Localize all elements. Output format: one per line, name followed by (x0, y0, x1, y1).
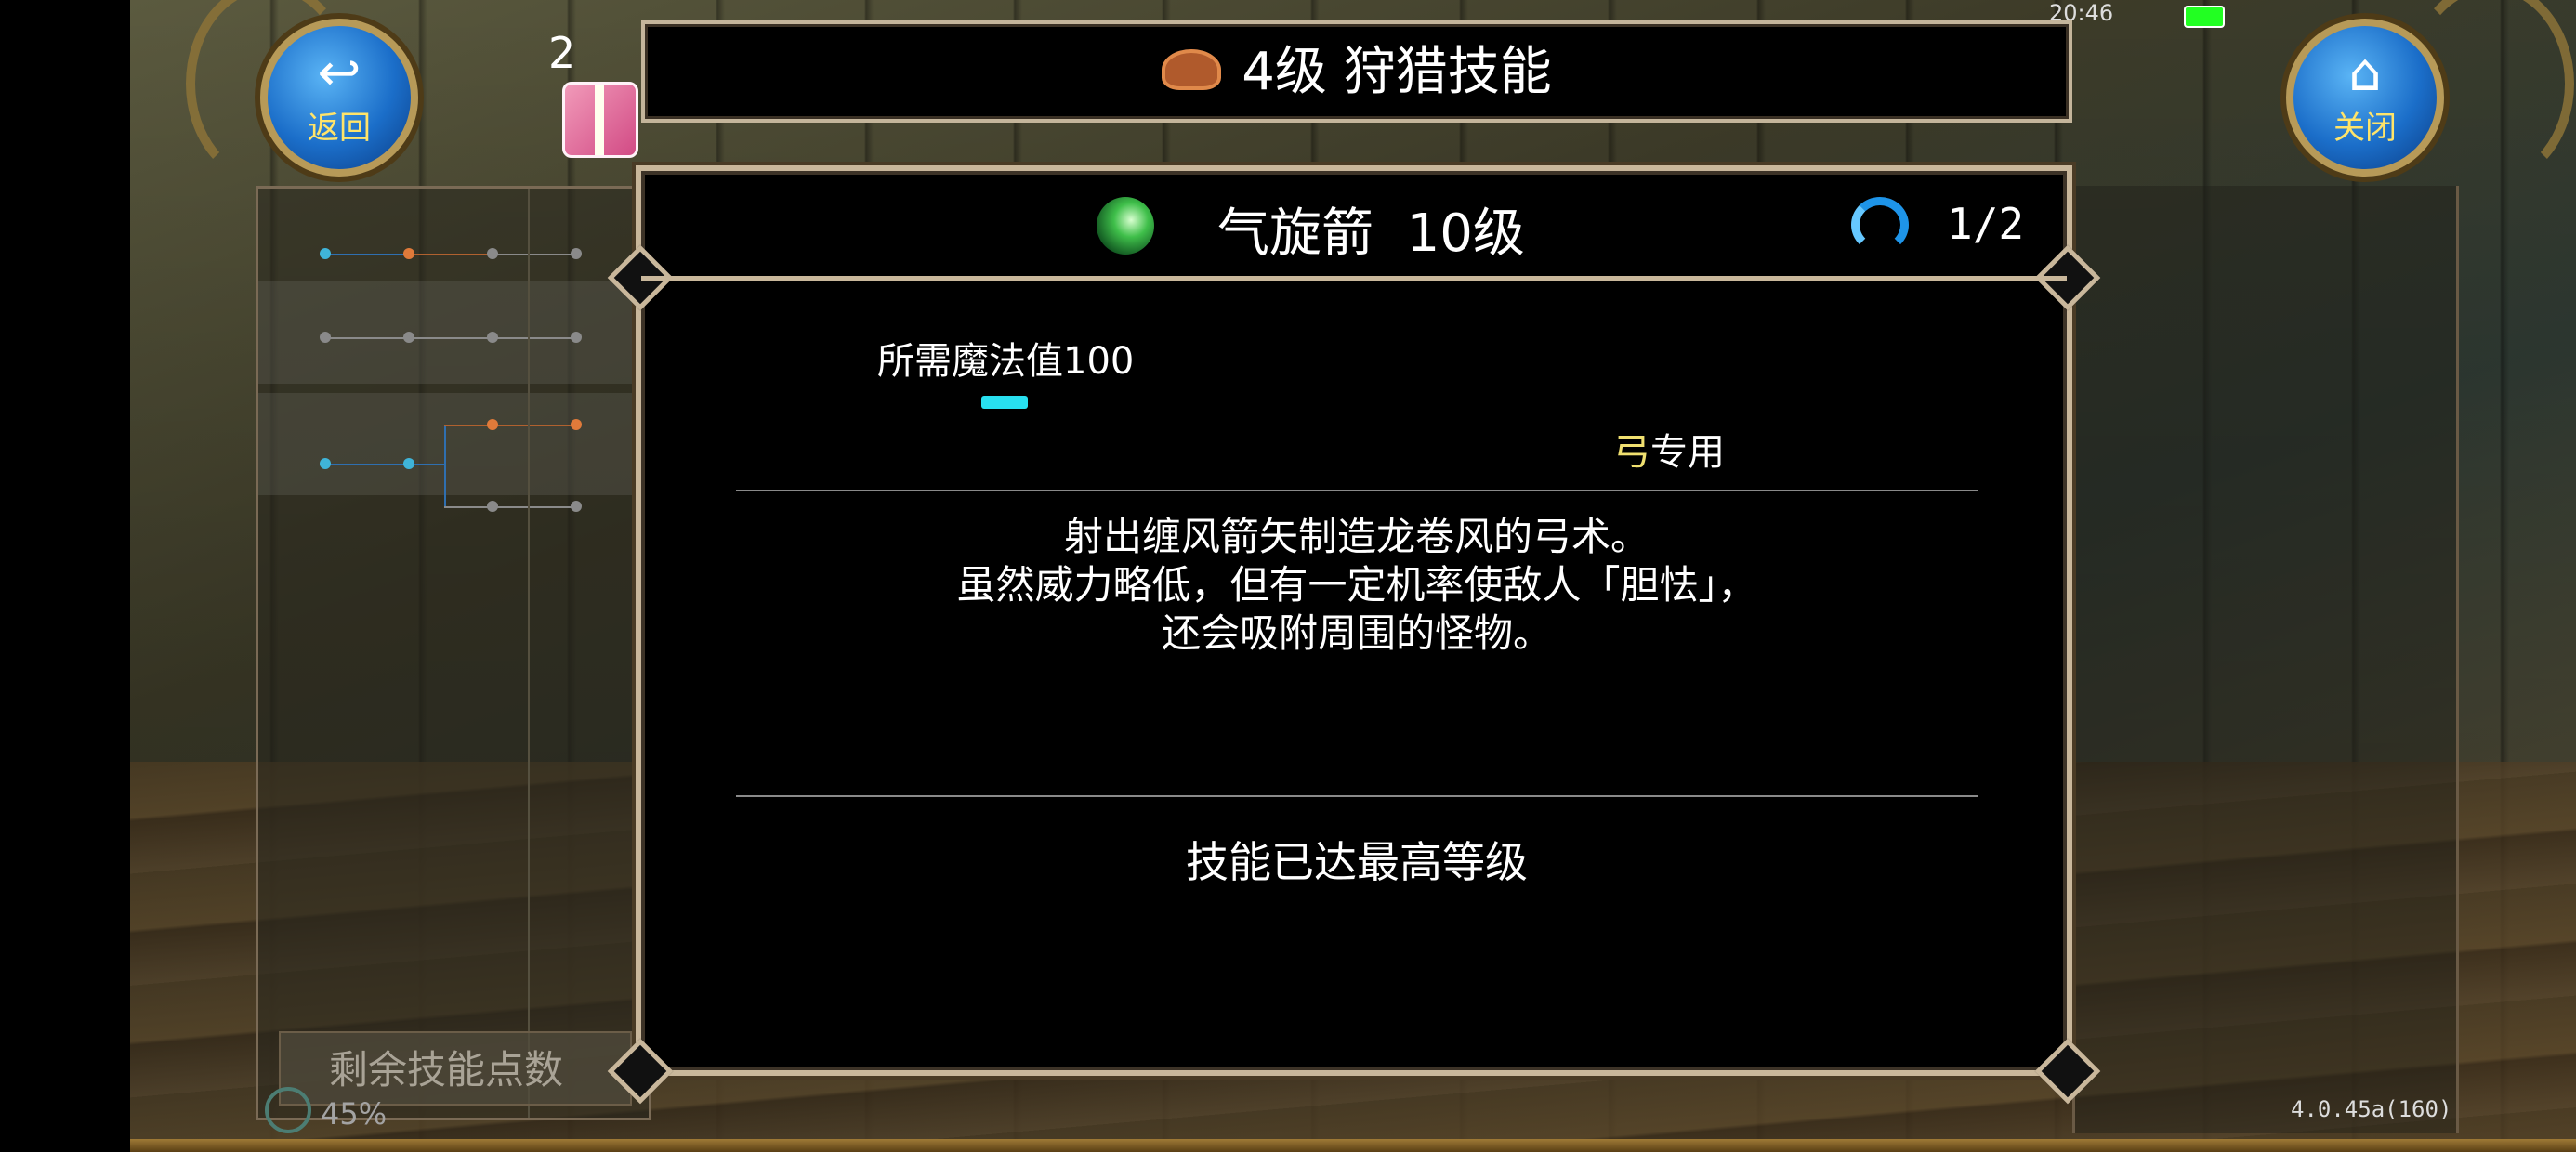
skill-name: 气旋箭 10级 (1217, 203, 1525, 264)
refresh-icon[interactable] (1851, 197, 1909, 253)
skill-description: 射出缠风箭矢制造龙卷风的弓术。 虽然威力略低，但有一定机率使敌人「胆怯」， 还会… (736, 513, 1978, 658)
skill-node[interactable] (571, 501, 582, 512)
skill-tree-row (258, 393, 649, 495)
description-line: 虽然威力略低，但有一定机率使敌人「胆怯」， (956, 562, 1757, 608)
home-icon: ⌂ (2348, 43, 2382, 103)
skill-tree-row (258, 281, 649, 384)
tree-link (444, 506, 576, 508)
battery-icon (2184, 6, 2225, 28)
divider (736, 490, 1978, 491)
max-level-message: 技能已达最高等级 (1186, 837, 1528, 887)
description-line: 射出缠风箭矢制造龙卷风的弓术。 (1063, 514, 1649, 559)
skill-node[interactable] (487, 248, 498, 259)
divider (736, 795, 1978, 797)
progress-percent: 45% (321, 1096, 388, 1132)
skill-category-header: 4级 狩猎技能 (641, 20, 2072, 123)
back-arrow-icon: ↩ (317, 43, 361, 103)
weapon-suffix: 专用 (1650, 431, 1725, 474)
skill-tree-panel (256, 186, 651, 1120)
bear-trap-icon (1162, 48, 1222, 90)
skill-node[interactable] (320, 248, 331, 259)
hud-level-number: 2 (548, 28, 576, 78)
skill-node[interactable] (403, 248, 414, 259)
panel-divider (528, 189, 530, 1118)
mp-requirement: 所需魔法值100 (877, 340, 1135, 383)
skill-detail-header: 气旋箭 10级 1/2 (641, 171, 2067, 281)
tree-link (444, 425, 576, 426)
back-button[interactable]: ↩ 返回 (260, 19, 418, 177)
wind-arrow-icon (1097, 197, 1154, 255)
skill-detail-dialog: 气旋箭 10级 1/2 所需魔法值100 弓专用 射出缠风箭矢制造龙卷风的弓术。… (607, 165, 2101, 1105)
page-indicator: 1/2 (1947, 199, 2025, 249)
skill-node[interactable] (403, 458, 414, 469)
progress-ring-icon (265, 1087, 311, 1133)
close-button[interactable]: ⌂ 关闭 (2286, 19, 2444, 177)
gift-box-icon[interactable] (562, 82, 638, 158)
skill-node[interactable] (320, 458, 331, 469)
close-button-label: 关闭 (2333, 110, 2397, 147)
tree-link (325, 337, 576, 339)
mp-bar (981, 396, 1028, 409)
version-label: 4.0.45a(160) (2291, 1096, 2452, 1122)
skill-node[interactable] (571, 419, 582, 430)
tree-link (444, 425, 446, 508)
tree-link (325, 464, 446, 465)
bottom-border (130, 1139, 2576, 1152)
skill-node[interactable] (487, 332, 498, 343)
description-line: 还会吸附周围的怪物。 (1161, 610, 1552, 656)
skill-node[interactable] (571, 332, 582, 343)
skill-node[interactable] (487, 419, 498, 430)
skill-node[interactable] (487, 501, 498, 512)
right-side-panel (2072, 186, 2459, 1133)
header-title-wrap: 4级 狩猎技能 (645, 24, 2069, 119)
tree-link (493, 254, 576, 255)
skill-node[interactable] (403, 332, 414, 343)
tree-link (409, 254, 493, 255)
tree-link (325, 254, 409, 255)
remaining-skill-points-label: 剩余技能点数 (279, 1031, 632, 1106)
skill-node[interactable] (571, 248, 582, 259)
back-button-label: 返回 (308, 110, 371, 147)
weapon-keyword: 弓 (1613, 431, 1650, 474)
skill-node[interactable] (320, 332, 331, 343)
weapon-restriction: 弓专用 (1613, 422, 1725, 476)
header-title: 4级 狩猎技能 (1242, 42, 1552, 102)
